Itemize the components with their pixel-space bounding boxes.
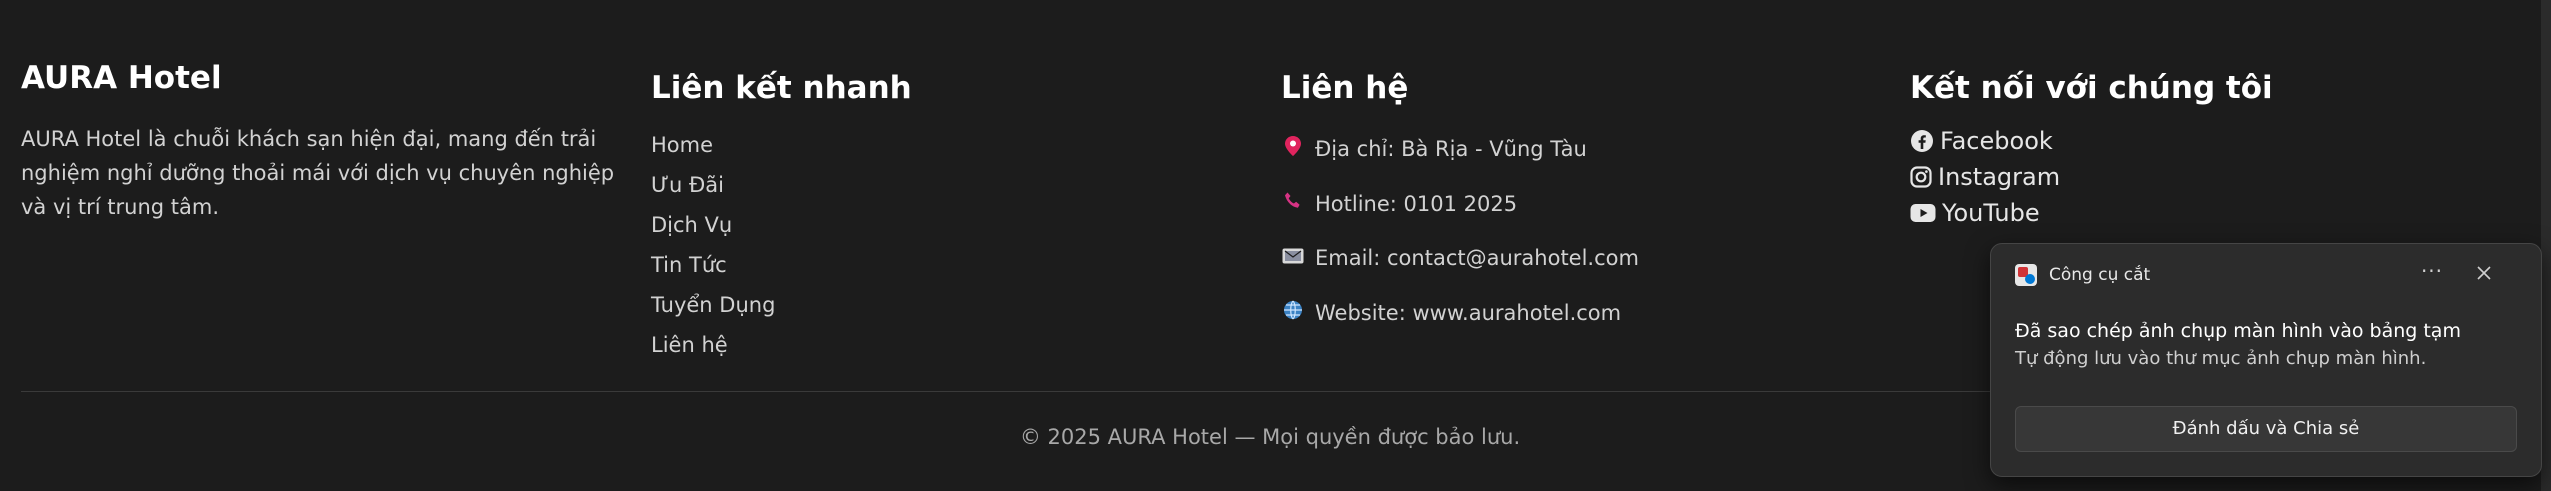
- contact-email-text[interactable]: Email: contact@aurahotel.com: [1315, 246, 1639, 270]
- notification-title: Đã sao chép ảnh chụp màn hình vào bảng t…: [2015, 320, 2461, 342]
- brand-title: AURA Hotel: [21, 60, 222, 96]
- globe-icon: [1281, 300, 1305, 325]
- map-pin-icon: [1281, 136, 1305, 161]
- phone-icon: [1281, 191, 1305, 216]
- social-youtube-label: YouTube: [1942, 199, 2040, 227]
- notification-body: Tự động lưu vào thư mục ảnh chụp màn hìn…: [2015, 348, 2427, 369]
- snipping-tool-icon: [2015, 264, 2037, 286]
- contact-address-text: Địa chỉ: Bà Rịa - Vũng Tàu: [1315, 136, 1587, 161]
- brand-description: AURA Hotel là chuỗi khách sạn hiện đại, …: [21, 127, 615, 219]
- link-home[interactable]: Home: [651, 125, 775, 165]
- facebook-icon: [1911, 130, 1933, 152]
- quick-links-title: Liên kết nhanh: [651, 70, 912, 106]
- contact-title: Liên hệ: [1281, 70, 1409, 106]
- contact-website: Website: www.aurahotel.com: [1281, 300, 1621, 325]
- social-instagram-label: Instagram: [1938, 163, 2061, 191]
- notification-app-name: Công cụ cắt: [2049, 265, 2151, 285]
- contact-address: Địa chỉ: Bà Rịa - Vũng Tàu: [1281, 136, 1587, 161]
- envelope-icon: [1281, 248, 1305, 269]
- contact-hotline: Hotline: 0101 2025: [1281, 191, 1517, 216]
- close-icon: [2477, 266, 2491, 280]
- social-title: Kết nối với chúng tôi: [1910, 70, 2273, 106]
- youtube-icon: [1910, 204, 1936, 222]
- contact-hotline-text[interactable]: Hotline: 0101 2025: [1315, 192, 1517, 216]
- social-facebook-label: Facebook: [1940, 127, 2053, 155]
- link-contact[interactable]: Liên hệ: [651, 325, 775, 365]
- link-services[interactable]: Dịch Vụ: [651, 205, 775, 245]
- scrollbar-track[interactable]: [2541, 0, 2551, 491]
- social-instagram[interactable]: Instagram: [1910, 163, 2060, 191]
- more-options-button[interactable]: ···: [2414, 258, 2450, 288]
- link-news[interactable]: Tin Tức: [651, 245, 775, 285]
- link-offers[interactable]: Ưu Đãi: [651, 165, 775, 205]
- link-careers[interactable]: Tuyển Dụng: [651, 285, 775, 325]
- site-footer: AURA Hotel AURA Hotel là chuỗi khách sạn…: [0, 0, 2551, 491]
- quick-links-list: Home Ưu Đãi Dịch Vụ Tin Tức Tuyển Dụng L…: [651, 125, 775, 365]
- contact-website-text[interactable]: Website: www.aurahotel.com: [1315, 301, 1621, 325]
- snipping-tool-notification[interactable]: Công cụ cắt ··· Đã sao chép ảnh chụp màn…: [1990, 243, 2542, 477]
- contact-email: Email: contact@aurahotel.com: [1281, 246, 1639, 270]
- markup-and-share-button[interactable]: Đánh dấu và Chia sẻ: [2015, 406, 2517, 452]
- social-youtube[interactable]: YouTube: [1910, 199, 2040, 227]
- social-facebook[interactable]: Facebook: [1910, 127, 2053, 155]
- close-notification-button[interactable]: [2466, 258, 2502, 288]
- instagram-icon: [1910, 166, 1932, 188]
